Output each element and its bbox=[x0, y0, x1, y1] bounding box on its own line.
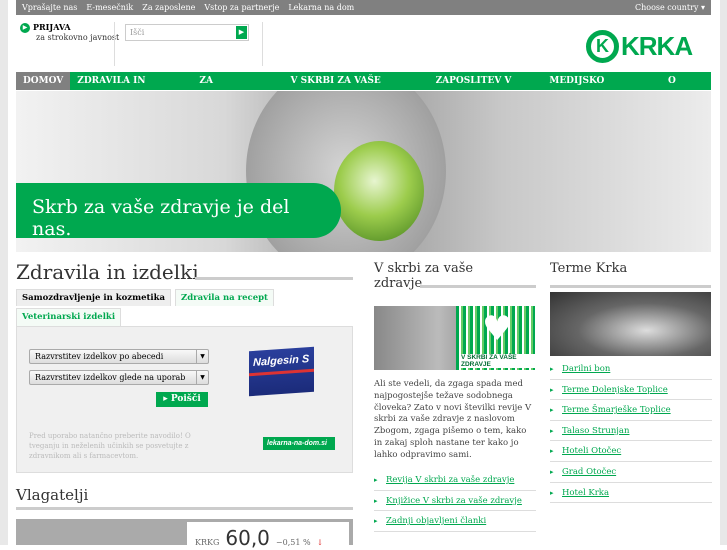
divider bbox=[114, 22, 115, 66]
page-edge-left bbox=[0, 0, 8, 545]
terme-heading: Terme Krka bbox=[550, 261, 628, 276]
ticker: KRKG bbox=[195, 538, 220, 547]
products-panel: Razvrstitev izdelkov po abecedi ▼ Razvrst… bbox=[16, 326, 353, 473]
link-grad-otocec[interactable]: Grad Otočec bbox=[550, 462, 712, 483]
search-input[interactable]: Išči ▶ bbox=[125, 24, 249, 41]
disclaimer: Pred uporabo natančno preberite navodilo… bbox=[29, 432, 191, 460]
nav-investors[interactable]: ZA VLAGATELJE bbox=[192, 72, 283, 104]
link-hoteli-otocec[interactable]: Hoteli Otočec bbox=[550, 441, 712, 462]
tab-veterinary[interactable]: Veterinarski izdelki bbox=[16, 308, 122, 327]
main-nav: DOMOV ZDRAVILA IN IZDELKI ZA VLAGATELJE … bbox=[16, 72, 711, 104]
heading-rule bbox=[550, 285, 711, 288]
link-hotel-krka[interactable]: Hotel Krka bbox=[550, 483, 712, 504]
heading-rule bbox=[195, 277, 353, 280]
nav-products[interactable]: ZDRAVILA IN IZDELKI bbox=[70, 72, 192, 104]
investors-heading: Vlagatelji bbox=[16, 486, 89, 504]
login-subtitle: za strokovno javnost bbox=[36, 33, 120, 42]
arrow-down-icon: ↓ bbox=[316, 538, 324, 547]
arrow-icon: ▶ bbox=[20, 23, 30, 33]
search-placeholder: Išči bbox=[130, 28, 145, 37]
apple-image bbox=[334, 141, 424, 241]
stock-widget: KRKG 60,0 −0,51 % ↓ bbox=[16, 519, 353, 550]
pharmacy-link[interactable]: lekarna-na-dom.si bbox=[263, 437, 335, 450]
tab-prescription[interactable]: Zdravila na recept bbox=[175, 289, 274, 306]
search-products-button[interactable]: ▸ Poišči bbox=[156, 392, 208, 407]
sort-usage-select[interactable]: Razvrstitev izdelkov glede na uporab ▼ bbox=[29, 370, 209, 385]
divider bbox=[262, 22, 263, 66]
hero-banner[interactable]: Skrb za vaše zdravje je del nas. bbox=[16, 91, 711, 252]
care-banner-caption: V SKRBI ZA VAŠE ZDRAVJE bbox=[460, 354, 535, 368]
search-button[interactable]: ▶ bbox=[236, 26, 247, 39]
care-banner-image[interactable]: ♥ V SKRBI ZA VAŠE ZDRAVJE bbox=[374, 306, 535, 370]
krka-logo[interactable]: K KRKA bbox=[586, 30, 693, 63]
link-latest-articles[interactable]: Zadnji objavljeni članki bbox=[374, 511, 536, 532]
link-employees[interactable]: Za zaposlene bbox=[142, 3, 195, 12]
chevron-down-icon: ▼ bbox=[196, 371, 208, 384]
top-utility-bar: Vprašajte nas E-mesečnik Za zaposlene Vs… bbox=[16, 0, 711, 15]
link-gift-voucher[interactable]: Darilni bon bbox=[550, 359, 712, 380]
nav-careers[interactable]: ZAPOSLITEV V KRKI bbox=[429, 72, 543, 104]
care-text: Ali ste vedeli, da zgaga spada med najpo… bbox=[374, 379, 532, 460]
link-ask-us[interactable]: Vprašajte nas bbox=[22, 3, 77, 12]
terme-photo[interactable] bbox=[550, 292, 711, 356]
country-selector[interactable]: Choose country ▾ bbox=[635, 3, 705, 12]
heading-rule bbox=[16, 507, 353, 510]
products-heading: Zdravila in izdelki bbox=[16, 260, 199, 284]
login-title: PRIJAVA bbox=[33, 22, 71, 32]
product-image[interactable]: Nalgesin S bbox=[249, 346, 314, 397]
chevron-down-icon: ▼ bbox=[196, 350, 208, 363]
logo-k-icon: K bbox=[586, 30, 619, 63]
link-booklets[interactable]: Knjižice V skrbi za vaše zdravje bbox=[374, 491, 536, 512]
page-edge-right bbox=[720, 0, 727, 545]
terme-links: Darilni bon Terme Dolenjske Toplice Term… bbox=[550, 359, 712, 504]
link-dolenjske-toplice[interactable]: Terme Dolenjske Toplice bbox=[550, 380, 712, 401]
link-smarjeske-toplice[interactable]: Terme Šmarješke Toplice bbox=[550, 400, 712, 421]
link-partners[interactable]: Vstop za partnerje bbox=[204, 3, 279, 12]
care-links: Revija V skrbi za vaše zdravje Knjižice … bbox=[374, 470, 536, 532]
sort-alpha-select[interactable]: Razvrstitev izdelkov po abecedi ▼ bbox=[29, 349, 209, 364]
hero-slogan: Skrb za vaše zdravje je del nas. bbox=[16, 183, 341, 240]
heart-icon: ♥ bbox=[482, 309, 513, 349]
nav-media[interactable]: MEDIJSKO SREDIŠČE bbox=[542, 72, 661, 104]
nav-health[interactable]: V SKRBI ZA VAŠE ZDRAVJE bbox=[284, 72, 429, 104]
stock-price: 60,0 bbox=[225, 526, 270, 550]
login-link[interactable]: ▶ PRIJAVA za strokovno javnost bbox=[20, 22, 119, 42]
link-talaso-strunjan[interactable]: Talaso Strunjan bbox=[550, 421, 712, 442]
link-pharmacy[interactable]: Lekarna na dom bbox=[288, 3, 354, 12]
tab-self-care[interactable]: Samozdravljenje in kozmetika bbox=[16, 289, 172, 306]
link-newsletter[interactable]: E-mesečnik bbox=[86, 3, 133, 12]
link-magazine[interactable]: Revija V skrbi za vaše zdravje bbox=[374, 470, 536, 491]
stock-change: −0,51 % bbox=[275, 538, 311, 547]
heading-rule bbox=[420, 285, 536, 288]
nav-about[interactable]: O KRKI bbox=[661, 72, 711, 104]
logo-text: KRKA bbox=[621, 31, 693, 61]
nav-home[interactable]: DOMOV bbox=[16, 72, 71, 90]
